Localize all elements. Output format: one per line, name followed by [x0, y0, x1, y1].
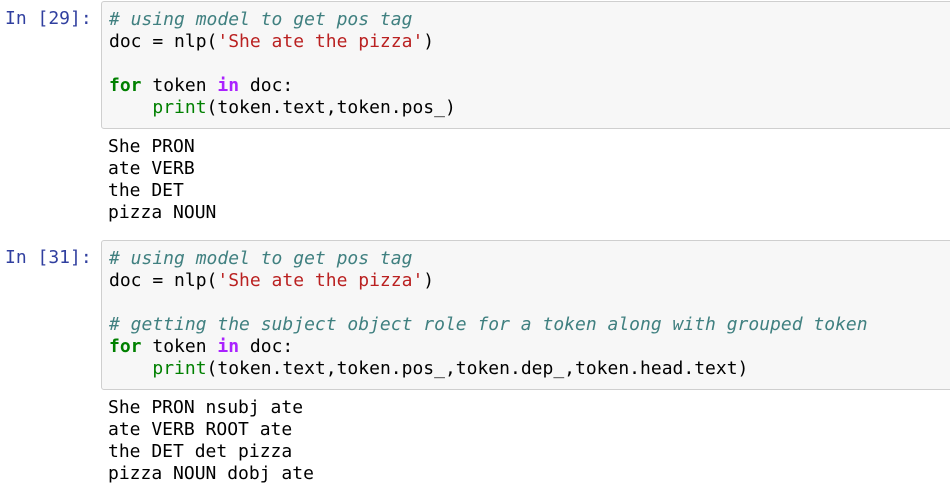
code-line: # using model to get pos tag	[109, 248, 868, 270]
code-text: (token.text,token.pos_,token.dep_,token.…	[206, 358, 749, 379]
code-editor[interactable]: # using model to get pos tag doc = nlp('S…	[109, 248, 868, 380]
code-line: doc = nlp('She ate the pizza')	[109, 270, 868, 292]
code-text: )	[423, 31, 435, 52]
code-text: token	[141, 75, 218, 96]
code-keyword: for	[109, 336, 142, 357]
code-line: # getting the subject object role for a …	[109, 314, 868, 336]
code-string: 'She ate the pizza'	[217, 270, 424, 291]
code-string: 'She ate the pizza'	[217, 31, 424, 52]
code-line: for token in doc:	[109, 336, 868, 358]
code-text: token	[141, 336, 218, 357]
code-operator-keyword: in	[217, 75, 240, 96]
output-line: the DET	[108, 180, 184, 201]
input-prompt: In [29]:	[5, 8, 92, 29]
code-input-area[interactable]: # using model to get pos tag doc = nlp('S…	[101, 240, 950, 390]
code-line: print(token.text,token.pos_)	[109, 97, 456, 119]
code-builtin: print	[152, 97, 207, 118]
code-line: # using model to get pos tag	[109, 9, 456, 31]
code-input-area[interactable]: # using model to get pos tag doc = nlp('S…	[101, 1, 950, 129]
code-text: (token.text,token.pos_)	[206, 97, 456, 118]
output-line: She PRON	[108, 136, 195, 157]
output-line: ate VERB ROOT ate	[108, 419, 293, 440]
code-text: doc:	[239, 75, 294, 96]
code-comment: # using model to get pos tag	[109, 9, 413, 30]
output-line: ate VERB	[108, 158, 195, 179]
code-line: for token in doc:	[109, 75, 456, 97]
code-text: doc:	[239, 336, 294, 357]
cell-output: She PRON ate VERB the DET pizza NOUN	[108, 136, 216, 224]
code-comment: # using model to get pos tag	[109, 248, 413, 269]
code-editor[interactable]: # using model to get pos tag doc = nlp('S…	[109, 9, 456, 119]
code-text: doc = nlp(	[109, 270, 218, 291]
code-comment: # getting the subject object role for a …	[109, 314, 868, 335]
code-text: doc = nlp(	[109, 31, 218, 52]
code-builtin: print	[152, 358, 207, 379]
code-text: )	[423, 270, 435, 291]
output-line: pizza NOUN dobj ate	[108, 463, 314, 484]
output-line: the DET det pizza	[108, 441, 293, 462]
output-line: She PRON nsubj ate	[108, 397, 304, 418]
input-prompt: In [31]:	[5, 247, 92, 268]
code-operator-keyword: in	[217, 336, 240, 357]
code-line: print(token.text,token.pos_,token.dep_,t…	[109, 358, 868, 380]
output-line: pizza NOUN	[108, 202, 217, 223]
cell-output: She PRON nsubj ate ate VERB ROOT ate the D…	[108, 397, 314, 485]
code-line: doc = nlp('She ate the pizza')	[109, 31, 456, 53]
code-keyword: for	[109, 75, 142, 96]
